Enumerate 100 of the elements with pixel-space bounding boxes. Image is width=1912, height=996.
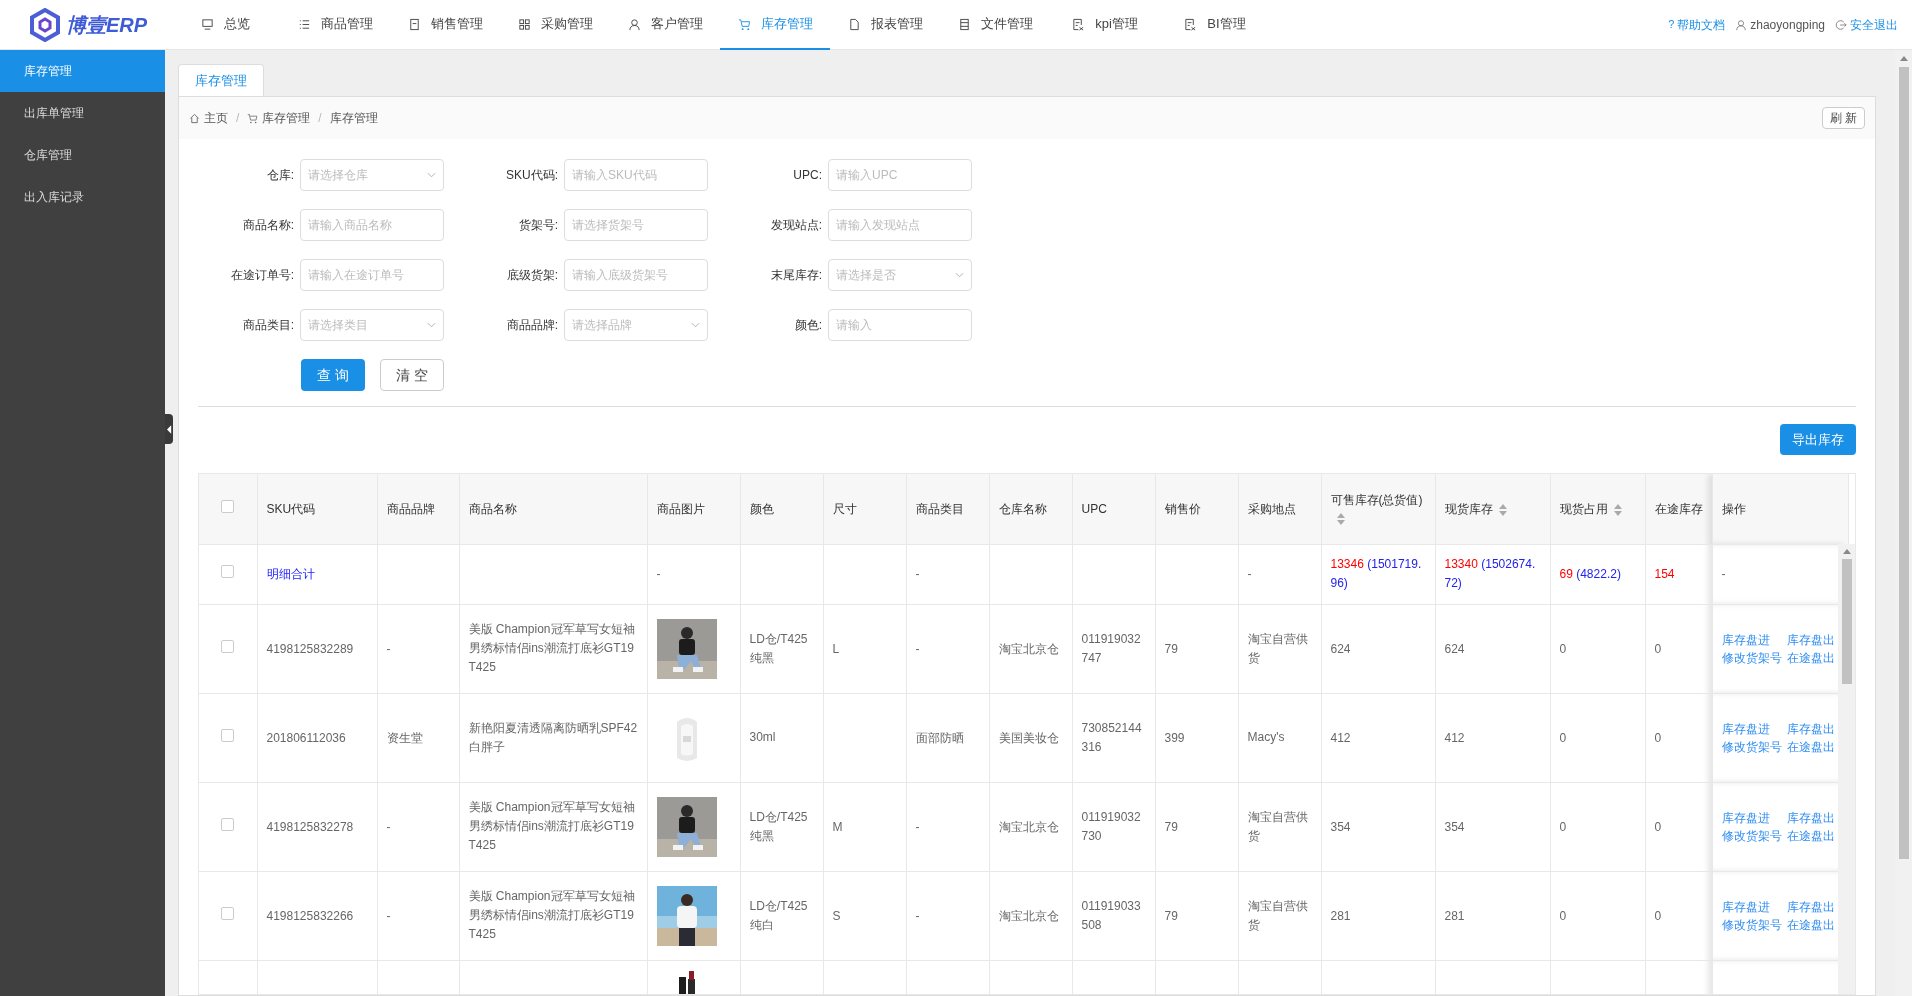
table-cell: LD仓/T425 纯白	[749, 898, 808, 932]
action-link[interactable]: 修改货架号	[1721, 648, 1782, 667]
select-field[interactable]: 请选择仓库	[300, 159, 444, 191]
help-link[interactable]: ? 帮助文档	[1668, 15, 1726, 34]
field-label: 商品名称:	[241, 217, 294, 234]
field-label: 末尾库存:	[769, 267, 822, 284]
table-cell: 0	[1654, 730, 1662, 745]
input-field[interactable]: 请输入商品名称	[300, 209, 444, 241]
table-cell: -	[386, 908, 391, 923]
logout-link[interactable]: 安全退出	[1835, 15, 1898, 34]
action-link[interactable]: 库存盘出	[1786, 630, 1835, 649]
field-label: 发现站点:	[769, 217, 822, 234]
column-header: 商品图片	[656, 501, 705, 516]
table-cell: L	[832, 641, 840, 656]
field-label: 在途订单号:	[229, 267, 294, 284]
nav-tab[interactable]: 总览	[170, 0, 280, 50]
nav-tab[interactable]: 报表管理	[830, 0, 940, 50]
input-field[interactable]: 请输入SKU代码	[564, 159, 708, 191]
input-field[interactable]: 请输入在途订单号	[300, 259, 444, 291]
input-field[interactable]: 请输入底级货架号	[564, 259, 708, 291]
field-label: 商品类目:	[241, 317, 294, 334]
nav-tab[interactable]: 销售管理	[390, 0, 500, 50]
action-link[interactable]: 库存盘进	[1721, 719, 1782, 738]
column-header[interactable]: 可售库存(总货值)	[1330, 492, 1423, 507]
table-cell: -	[386, 819, 391, 834]
action-link[interactable]: 库存盘出	[1786, 719, 1835, 738]
checkbox[interactable]	[221, 906, 235, 920]
nav-tab[interactable]: 采购管理	[500, 0, 610, 50]
table-cell: 淘宝自营供货	[1247, 631, 1308, 665]
select-field[interactable]: 请选择类目	[300, 309, 444, 341]
table-cell: 淘宝北京仓	[998, 819, 1059, 834]
action-link[interactable]: 在途盘出	[1786, 737, 1835, 756]
action-link[interactable]: 库存盘进	[1721, 630, 1782, 649]
field-label: 颜色:	[793, 317, 822, 334]
breadcrumb-item[interactable]: 主页	[189, 109, 228, 127]
checkbox[interactable]	[221, 728, 235, 742]
action-link[interactable]: 库存盘进	[1721, 808, 1782, 827]
sidebar-item[interactable]: 仓库管理	[0, 134, 165, 176]
clear-button[interactable]: 清 空	[380, 359, 444, 391]
select-field[interactable]: 请选择是否	[828, 259, 972, 291]
table-cell: 面部防晒	[915, 730, 964, 745]
column-header: SKU代码	[266, 501, 316, 516]
checkbox[interactable]	[221, 565, 235, 578]
action-link[interactable]: 修改货架号	[1721, 737, 1782, 756]
action-link[interactable]: 库存盘出	[1786, 808, 1835, 827]
table-cell: LD仓/T425 纯黑	[749, 631, 808, 665]
list-icon	[297, 17, 311, 31]
table-scrollbar[interactable]	[1838, 544, 1855, 994]
action-link[interactable]: 库存盘出	[1786, 897, 1835, 916]
sidebar-item[interactable]: 出库单管理	[0, 92, 165, 134]
checkbox[interactable]	[221, 817, 235, 831]
input-field[interactable]: 请输入	[828, 309, 972, 341]
nav-tab[interactable]: BI管理	[1160, 0, 1270, 50]
action-link[interactable]: 修改货架号	[1721, 915, 1782, 934]
summary-value: 13346 (1501719.96)	[1330, 557, 1422, 590]
search-button[interactable]: 查 询	[301, 359, 365, 391]
logo-icon	[28, 7, 62, 42]
chevron-down-icon	[427, 322, 436, 328]
input-field[interactable]: 请输入UPC	[828, 159, 972, 191]
nav-tab[interactable]: kpi管理	[1050, 0, 1160, 50]
column-header[interactable]: 现货占用	[1559, 501, 1608, 516]
select-field[interactable]: 请选择品牌	[564, 309, 708, 341]
checkbox[interactable]	[221, 639, 235, 653]
table-cell: 资生堂	[386, 730, 423, 745]
table-cell: 624	[1444, 641, 1465, 656]
table-cell: 281	[1444, 908, 1465, 923]
export-button[interactable]: 导出库存	[1780, 424, 1856, 455]
table-cell: 011919032747	[1081, 631, 1141, 665]
collapse-handle[interactable]	[165, 414, 173, 444]
summary-link[interactable]: 明细合计	[266, 567, 315, 581]
table-cell: 0	[1559, 908, 1567, 923]
table-cell: -	[915, 819, 920, 834]
scrollbar-thumb[interactable]	[1841, 559, 1852, 684]
checkbox[interactable]	[221, 499, 235, 513]
sidebar-item[interactable]: 出入库记录	[0, 176, 165, 218]
nav-tab[interactable]: 商品管理	[280, 0, 390, 50]
action-link[interactable]: 在途盘出	[1786, 648, 1835, 667]
logo-text: 博壹ERP	[66, 12, 148, 38]
table-cell: 354	[1330, 819, 1351, 834]
table-cell: -	[386, 641, 391, 656]
input-field[interactable]: 请输入发现站点	[828, 209, 972, 241]
table-cell: 淘宝北京仓	[998, 908, 1059, 923]
breadcrumb-item[interactable]: 库存管理	[247, 109, 311, 127]
scrollbar-thumb[interactable]	[1898, 67, 1909, 859]
column-header[interactable]: 现货库存	[1444, 501, 1493, 516]
refresh-button[interactable]: 刷 新	[1821, 107, 1865, 129]
action-link[interactable]: 在途盘出	[1786, 826, 1835, 845]
action-link[interactable]: 修改货架号	[1721, 826, 1782, 845]
action-link[interactable]: 在途盘出	[1786, 915, 1835, 934]
table-cell: 淘宝自营供货	[1247, 898, 1308, 932]
sidebar-item[interactable]: 库存管理	[0, 50, 165, 92]
user-name[interactable]: zhaoyongping	[1735, 15, 1825, 34]
table-cell: 79	[1164, 908, 1178, 923]
tab[interactable]: 库存管理	[178, 64, 264, 96]
table-cell: S	[832, 908, 841, 923]
nav-tab[interactable]: 客户管理	[610, 0, 720, 50]
table-cell: M	[832, 819, 843, 834]
nav-tab[interactable]: 文件管理	[940, 0, 1050, 50]
input-field[interactable]: 请选择货架号	[564, 209, 708, 241]
action-link[interactable]: 库存盘进	[1721, 897, 1782, 916]
